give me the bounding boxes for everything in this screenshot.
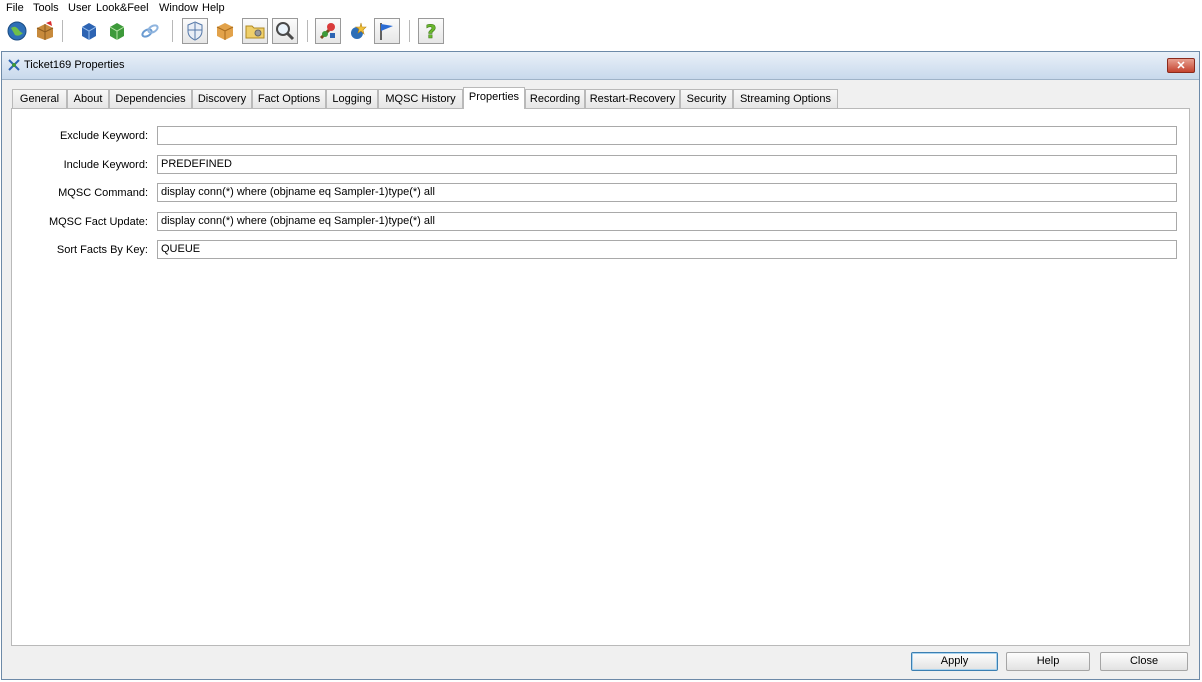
properties-window: Ticket169 Properties ✕ General About Dep…	[1, 51, 1200, 680]
tab-logging[interactable]: Logging	[326, 89, 378, 108]
tab-streaming-options[interactable]: Streaming Options	[733, 89, 838, 108]
tab-restart-recovery[interactable]: Restart-Recovery	[585, 89, 680, 108]
mqsc-fact-update-field[interactable]: display conn(*) where (objname eq Sample…	[157, 212, 1177, 231]
menu-help[interactable]: Help	[202, 2, 225, 14]
tab-recording[interactable]: Recording	[525, 89, 585, 108]
tools-icon[interactable]	[315, 18, 341, 44]
menu-user[interactable]: User	[68, 2, 91, 14]
box-open-icon[interactable]	[32, 18, 58, 44]
green-cube-icon[interactable]	[104, 18, 130, 44]
tab-about[interactable]: About	[67, 89, 109, 108]
exclude-keyword-label: Exclude Keyword:	[59, 130, 148, 142]
globe-icon[interactable]	[4, 18, 30, 44]
tab-discovery[interactable]: Discovery	[192, 89, 252, 108]
package-icon[interactable]	[212, 18, 238, 44]
menu-window[interactable]: Window	[159, 2, 198, 14]
close-icon: ✕	[1176, 60, 1186, 72]
ticket-icon	[7, 58, 21, 72]
mqsc-command-label: MQSC Command:	[58, 187, 148, 199]
window-titlebar[interactable]: Ticket169 Properties ✕	[2, 52, 1199, 80]
shield-icon[interactable]	[182, 18, 208, 44]
close-button[interactable]: Close	[1100, 652, 1188, 671]
folder-gear-icon[interactable]	[242, 18, 268, 44]
mqsc-fact-update-label: MQSC Fact Update:	[48, 216, 148, 228]
exclude-keyword-field[interactable]	[157, 126, 1177, 145]
apply-button[interactable]: Apply	[911, 652, 998, 671]
help-button[interactable]: Help	[1006, 652, 1090, 671]
tab-fact-options[interactable]: Fact Options	[252, 89, 326, 108]
menu-file[interactable]: File	[6, 2, 24, 14]
sort-facts-by-key-field[interactable]: QUEUE	[157, 240, 1177, 259]
menu-tools[interactable]: Tools	[33, 2, 59, 14]
toolbar: ?	[0, 16, 1202, 48]
window-close-button[interactable]: ✕	[1167, 58, 1195, 73]
tab-security[interactable]: Security	[680, 89, 733, 108]
include-keyword-label: Include Keyword:	[63, 159, 148, 171]
flag-icon[interactable]	[374, 18, 400, 44]
menu-look-and-feel[interactable]: Look&Feel	[96, 2, 149, 14]
tab-mqsc-history[interactable]: MQSC History	[378, 89, 463, 108]
blue-cube-icon[interactable]	[76, 18, 102, 44]
tab-general[interactable]: General	[12, 89, 67, 108]
menu-bar: File Tools User Look&Feel Window Help	[0, 0, 1202, 16]
properties-panel: Exclude Keyword: Include Keyword: MQSC C…	[11, 108, 1190, 646]
tab-dependencies[interactable]: Dependencies	[109, 89, 192, 108]
link-icon[interactable]	[137, 18, 163, 44]
wizard-icon[interactable]	[345, 18, 371, 44]
mqsc-command-field[interactable]: display conn(*) where (objname eq Sample…	[157, 183, 1177, 202]
window-title: Ticket169 Properties	[24, 59, 125, 71]
magnifier-icon[interactable]	[272, 18, 298, 44]
help-icon[interactable]: ?	[418, 18, 444, 44]
tab-properties[interactable]: Properties	[463, 87, 525, 109]
sort-facts-by-key-label: Sort Facts By Key:	[56, 244, 148, 256]
include-keyword-field[interactable]: PREDEFINED	[157, 155, 1177, 174]
svg-text:?: ?	[425, 21, 436, 42]
